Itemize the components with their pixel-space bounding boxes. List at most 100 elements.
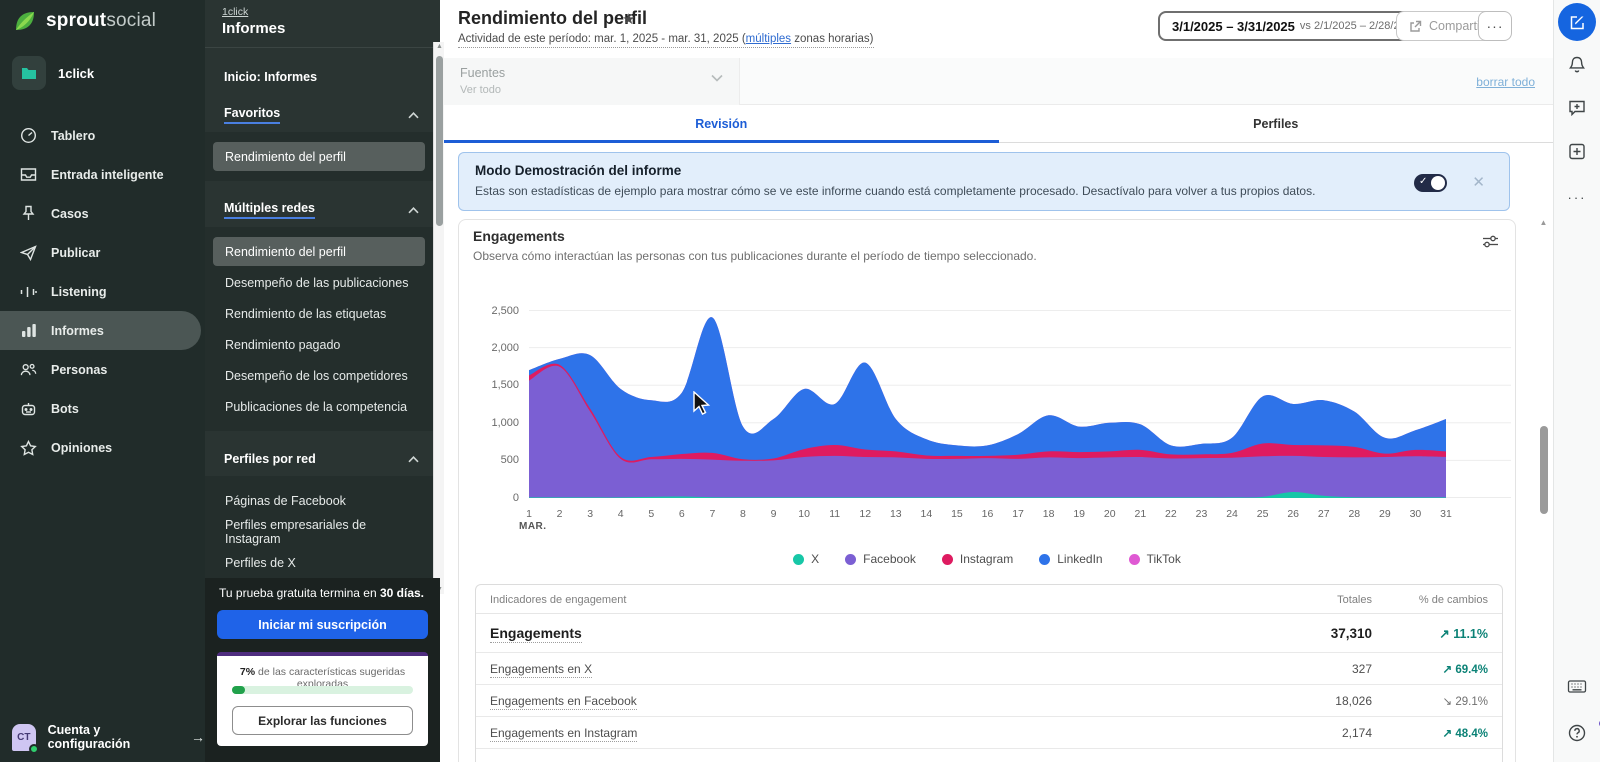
content-scrollbar[interactable]: ▲ bbox=[1537, 218, 1550, 762]
legend-item-tiktok[interactable]: TikTok bbox=[1128, 552, 1181, 566]
section-items-2: Páginas de Facebook Perfiles empresariale… bbox=[205, 476, 433, 587]
sidebar-scrollbar[interactable]: ▲ ▼ bbox=[433, 42, 444, 594]
bot-icon bbox=[20, 400, 37, 417]
section-items-0: Rendimiento del perfil bbox=[205, 132, 433, 181]
start-subscription-button[interactable]: Iniciar mi suscripción bbox=[217, 610, 428, 639]
report-link-publicaciones-de-la-competencia[interactable]: Publicaciones de la competencia bbox=[213, 392, 425, 421]
compose-icon bbox=[1570, 15, 1584, 29]
nav-item-entrada-inteligente[interactable]: Entrada inteligente bbox=[0, 155, 205, 194]
timezones-link[interactable]: múltiples bbox=[746, 33, 791, 45]
legend-dot bbox=[941, 553, 953, 565]
banner-description: Estas son estadísticas de ejemplo para m… bbox=[475, 184, 1316, 198]
add-widget-button[interactable] bbox=[1569, 143, 1586, 160]
nav-item-publicar[interactable]: Publicar bbox=[0, 233, 205, 272]
x-axis-month-label: MAR. bbox=[519, 521, 547, 532]
metric-total: 327 bbox=[1351, 662, 1372, 676]
legend-item-facebook[interactable]: Facebook bbox=[845, 552, 916, 566]
nav-item-opiniones[interactable]: Opiniones bbox=[0, 428, 205, 467]
legend-label: Facebook bbox=[863, 552, 916, 566]
report-link-p-ginas-de-facebook[interactable]: Páginas de Facebook bbox=[213, 486, 425, 515]
date-range-picker[interactable]: 3/1/2025 – 3/31/2025 vs 2/1/2025 – 2/28/… bbox=[1158, 11, 1432, 41]
metric-row-engagements-en-facebook[interactable]: Engagements en Facebook 18,026 ↘ 29.1% bbox=[476, 685, 1502, 717]
close-icon[interactable]: ✕ bbox=[1472, 173, 1485, 191]
trial-countdown: Tu prueba gratuita termina en 30 días. bbox=[219, 586, 425, 600]
notifications-button[interactable] bbox=[1568, 55, 1586, 74]
section-header-0[interactable]: Favoritos bbox=[205, 98, 433, 132]
chevron-up-icon bbox=[408, 450, 419, 468]
metric-row-engagements-en-instagram[interactable]: Engagements en Instagram 2,174 ↗ 48.4% bbox=[476, 717, 1502, 749]
scroll-up-icon[interactable]: ▲ bbox=[435, 43, 444, 50]
nav-item-casos[interactable]: Casos bbox=[0, 194, 205, 233]
x-tick-30: 30 bbox=[1409, 508, 1422, 520]
gauge-icon bbox=[20, 127, 37, 144]
x-tick-18: 18 bbox=[1042, 508, 1055, 520]
reports-home-link[interactable]: Inicio: Informes bbox=[224, 70, 317, 84]
share-icon bbox=[1410, 20, 1422, 32]
clear-all-link[interactable]: borrar todo bbox=[1476, 75, 1535, 89]
legend-label: X bbox=[811, 552, 820, 566]
legend-label: LinkedIn bbox=[1057, 552, 1103, 566]
x-tick-10: 10 bbox=[798, 508, 810, 520]
compose-button[interactable] bbox=[1558, 3, 1596, 41]
keyboard-shortcuts-button[interactable] bbox=[1567, 680, 1587, 693]
leaf-icon bbox=[16, 12, 34, 30]
legend-item-linkedin[interactable]: LinkedIn bbox=[1039, 552, 1103, 566]
scroll-up-icon[interactable]: ▲ bbox=[1537, 218, 1550, 227]
x-tick-19: 19 bbox=[1073, 508, 1086, 520]
wave-icon bbox=[20, 283, 37, 300]
sources-dropdown[interactable]: Fuentes Ver todo bbox=[444, 58, 740, 105]
favorite-star-icon[interactable]: ★ bbox=[622, 10, 635, 28]
feedback-button[interactable] bbox=[1568, 99, 1586, 116]
report-link-desempe-o-de-las-publicaciones[interactable]: Desempeño de las publicaciones bbox=[213, 268, 425, 297]
scrollbar-thumb[interactable] bbox=[1540, 426, 1548, 514]
sprout-logo[interactable]: sproutsocial bbox=[12, 8, 156, 34]
x-tick-16: 16 bbox=[981, 508, 994, 520]
metric-total: 37,310 bbox=[1330, 626, 1372, 641]
x-tick-4: 4 bbox=[617, 508, 624, 520]
x-tick-23: 23 bbox=[1195, 508, 1208, 520]
x-tick-3: 3 bbox=[587, 508, 594, 520]
demo-mode-toggle[interactable]: ✓ bbox=[1414, 174, 1447, 192]
arrow-right-icon: → bbox=[191, 729, 205, 745]
report-link-rendimiento-pagado[interactable]: Rendimiento pagado bbox=[213, 330, 425, 359]
chart-settings-icon[interactable] bbox=[1482, 234, 1499, 249]
legend-dot bbox=[845, 553, 857, 565]
breadcrumb[interactable]: 1click bbox=[222, 6, 248, 18]
nav-item-tablero[interactable]: Tablero bbox=[0, 116, 205, 155]
section-header-2[interactable]: Perfiles por red bbox=[205, 442, 433, 476]
nav-item-personas[interactable]: Personas bbox=[0, 350, 205, 389]
report-link-rendimiento-del-perfil[interactable]: Rendimiento del perfil bbox=[213, 237, 425, 266]
legend-item-x[interactable]: X bbox=[793, 552, 819, 566]
explore-features-button[interactable]: Explorar las funciones bbox=[232, 706, 413, 735]
scrollbar-thumb[interactable] bbox=[436, 56, 443, 226]
help-button[interactable] bbox=[1554, 720, 1600, 742]
report-link-desempe-o-de-los-competidores[interactable]: Desempeño de los competidores bbox=[213, 361, 425, 390]
legend-item-instagram[interactable]: Instagram bbox=[941, 552, 1013, 566]
x-tick-26: 26 bbox=[1287, 508, 1299, 520]
nav-item-bots[interactable]: Bots bbox=[0, 389, 205, 428]
more-options-button[interactable]: ··· bbox=[1478, 11, 1512, 41]
report-link-perfiles-empresariales-de-instagram[interactable]: Perfiles empresariales de Instagram bbox=[213, 517, 425, 546]
report-link-rendimiento-de-las-etiquetas[interactable]: Rendimiento de las etiquetas bbox=[213, 299, 425, 328]
tab-perfiles[interactable]: Perfiles bbox=[999, 105, 1554, 142]
account-settings[interactable]: CT Cuenta y configuración → bbox=[0, 712, 205, 762]
nav-item-listening[interactable]: Listening bbox=[0, 272, 205, 311]
keyboard-icon bbox=[1567, 680, 1587, 693]
nav-item-informes[interactable]: Informes bbox=[0, 311, 201, 350]
x-tick-1: 1 bbox=[526, 508, 532, 520]
x-tick-24: 24 bbox=[1226, 508, 1238, 520]
nav-label: Bots bbox=[51, 401, 79, 416]
report-link-rendimiento-del-perfil[interactable]: Rendimiento del perfil bbox=[213, 142, 425, 171]
x-tick-9: 9 bbox=[770, 508, 777, 520]
metric-row-engagements-en-x[interactable]: Engagements en X 327 ↗ 69.4% bbox=[476, 653, 1502, 685]
report-link-perfiles-de-x[interactable]: Perfiles de X bbox=[213, 548, 425, 577]
section-header-1[interactable]: Múltiples redes bbox=[205, 193, 433, 227]
engagements-area-chart[interactable] bbox=[529, 310, 1511, 498]
rail-more-button[interactable]: ··· bbox=[1568, 190, 1587, 205]
workspace-switcher[interactable]: 1click bbox=[12, 56, 94, 90]
metric-row-engagements[interactable]: Engagements 37,310 ↗ 11.1% bbox=[476, 614, 1502, 653]
tab-revisión[interactable]: Revisión bbox=[444, 105, 999, 143]
bars-icon bbox=[20, 322, 37, 339]
demo-mode-banner: Modo Demostración del informe Estas son … bbox=[458, 152, 1510, 211]
x-tick-13: 13 bbox=[889, 508, 902, 520]
